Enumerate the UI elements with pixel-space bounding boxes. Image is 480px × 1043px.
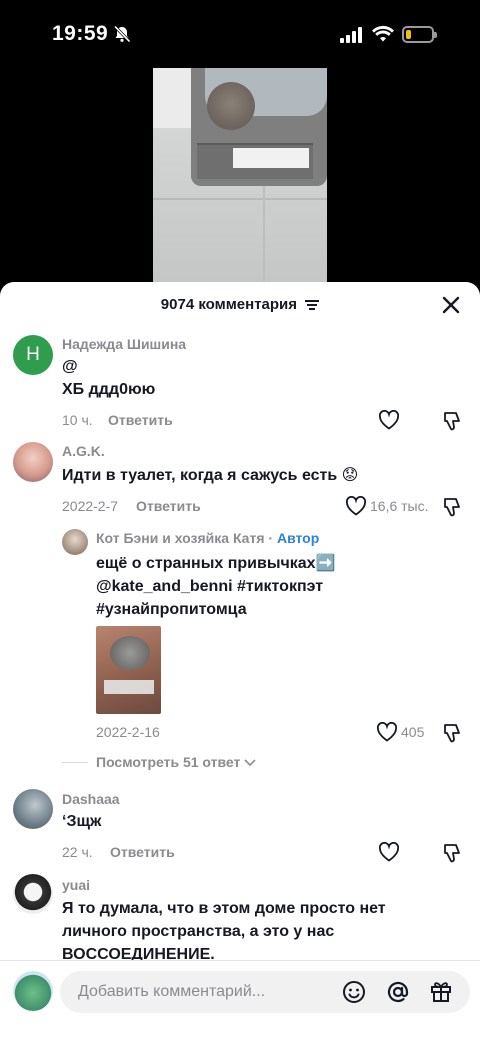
status-bar: 19:59 — [0, 0, 480, 70]
comment-time: 2022-2-7 — [62, 498, 119, 514]
battery-icon — [402, 26, 437, 43]
video-thumbnail[interactable] — [96, 626, 161, 714]
dislike-icon[interactable] — [442, 410, 464, 432]
comment-time: 22 ч. — [62, 844, 93, 860]
status-time: 19:59 — [52, 22, 109, 45]
dislike-icon[interactable] — [442, 842, 464, 864]
reply-button[interactable]: Ответить — [110, 844, 175, 860]
comment-line: личного пространства, а это у нас — [62, 923, 335, 940]
comment-line: Я то думала, что в этом доме просто нет — [62, 900, 386, 917]
comment-username[interactable]: A.G.K. — [62, 443, 105, 459]
my-avatar — [13, 971, 53, 1011]
avatar[interactable]: Н — [13, 335, 53, 375]
comment-username[interactable]: Надежда Шишина — [62, 336, 186, 352]
sort-icon[interactable] — [305, 299, 320, 311]
reply-username-line: Кот Бэни и хозяйка Катя · Автор — [96, 530, 319, 546]
comment-line: @kate_and_benni #тиктокпэт — [96, 578, 324, 595]
cat-image — [207, 82, 255, 130]
comment-input[interactable]: Добавить комментарий... — [60, 971, 470, 1013]
heart-icon[interactable] — [378, 410, 400, 430]
comment-text: ‘Зщж — [62, 813, 102, 830]
comment-username[interactable]: Кот Бэни и хозяйка Катя — [96, 530, 265, 546]
emoji-icon[interactable] — [342, 980, 366, 1004]
comment-text: Идти в туалет, когда я сажусь есть 😟 — [62, 467, 359, 484]
comment-username[interactable]: Dashaaa — [62, 791, 120, 807]
comment-line: @ — [62, 358, 78, 375]
avatar-letter: Н — [26, 344, 40, 365]
avatar[interactable] — [62, 529, 88, 555]
like-count: 16,6 тыс. — [370, 498, 429, 514]
comment-time: 10 ч. — [62, 412, 93, 428]
signal-icon — [340, 27, 362, 43]
comment-username[interactable]: yuai — [62, 877, 90, 893]
comments-header: 9074 комментария — [0, 296, 480, 313]
like-count: 405 — [401, 724, 425, 740]
reply-button[interactable]: Ответить — [136, 498, 201, 514]
close-icon[interactable] — [440, 294, 462, 316]
heart-icon[interactable] — [378, 842, 400, 862]
gift-icon[interactable] — [429, 979, 453, 1003]
comment-text: Я то думала, что в этом доме просто нет … — [62, 897, 386, 966]
screen: 19:59 9074 комментария Н Надежда Шишина … — [0, 0, 480, 1043]
wifi-icon — [372, 25, 394, 42]
author-badge: Автор — [276, 530, 320, 546]
comment-input-placeholder: Добавить комментарий... — [78, 983, 266, 1000]
view-replies-label: Посмотреть 51 ответ — [96, 754, 241, 770]
comment-time: 2022-2-16 — [96, 724, 160, 740]
mention-icon[interactable] — [386, 980, 410, 1004]
comments-count-title: 9074 комментария — [160, 296, 298, 313]
heart-icon[interactable] — [376, 722, 398, 742]
avatar[interactable] — [13, 442, 53, 482]
comment-line: #узнайпропитомца — [96, 601, 247, 618]
heart-icon[interactable] — [345, 496, 367, 516]
comment-text: ещё о странных привычках➡️ @kate_and_ben… — [96, 552, 336, 621]
dislike-icon[interactable] — [442, 722, 464, 744]
reply-button[interactable]: Ответить — [108, 412, 173, 428]
view-replies-button[interactable]: Посмотреть 51 ответ — [96, 754, 256, 770]
comments-panel: 9074 комментария Н Надежда Шишина @ ХБ д… — [0, 282, 480, 1043]
bell-muted-icon — [113, 25, 131, 43]
separator: · — [264, 530, 277, 546]
chevron-down-icon — [244, 759, 256, 767]
comment-text: @ ХБ ддд0юю — [62, 355, 155, 401]
comment-input-bar: Добавить комментарий... — [0, 960, 480, 1043]
comment-line: ХБ ддд0юю — [62, 381, 156, 398]
video-preview[interactable] — [153, 68, 327, 282]
comment-line: ещё о странных привычках➡️ — [96, 555, 336, 572]
avatar[interactable] — [13, 789, 53, 829]
dislike-icon[interactable] — [442, 496, 464, 518]
avatar[interactable] — [13, 874, 53, 914]
divider — [62, 762, 88, 763]
